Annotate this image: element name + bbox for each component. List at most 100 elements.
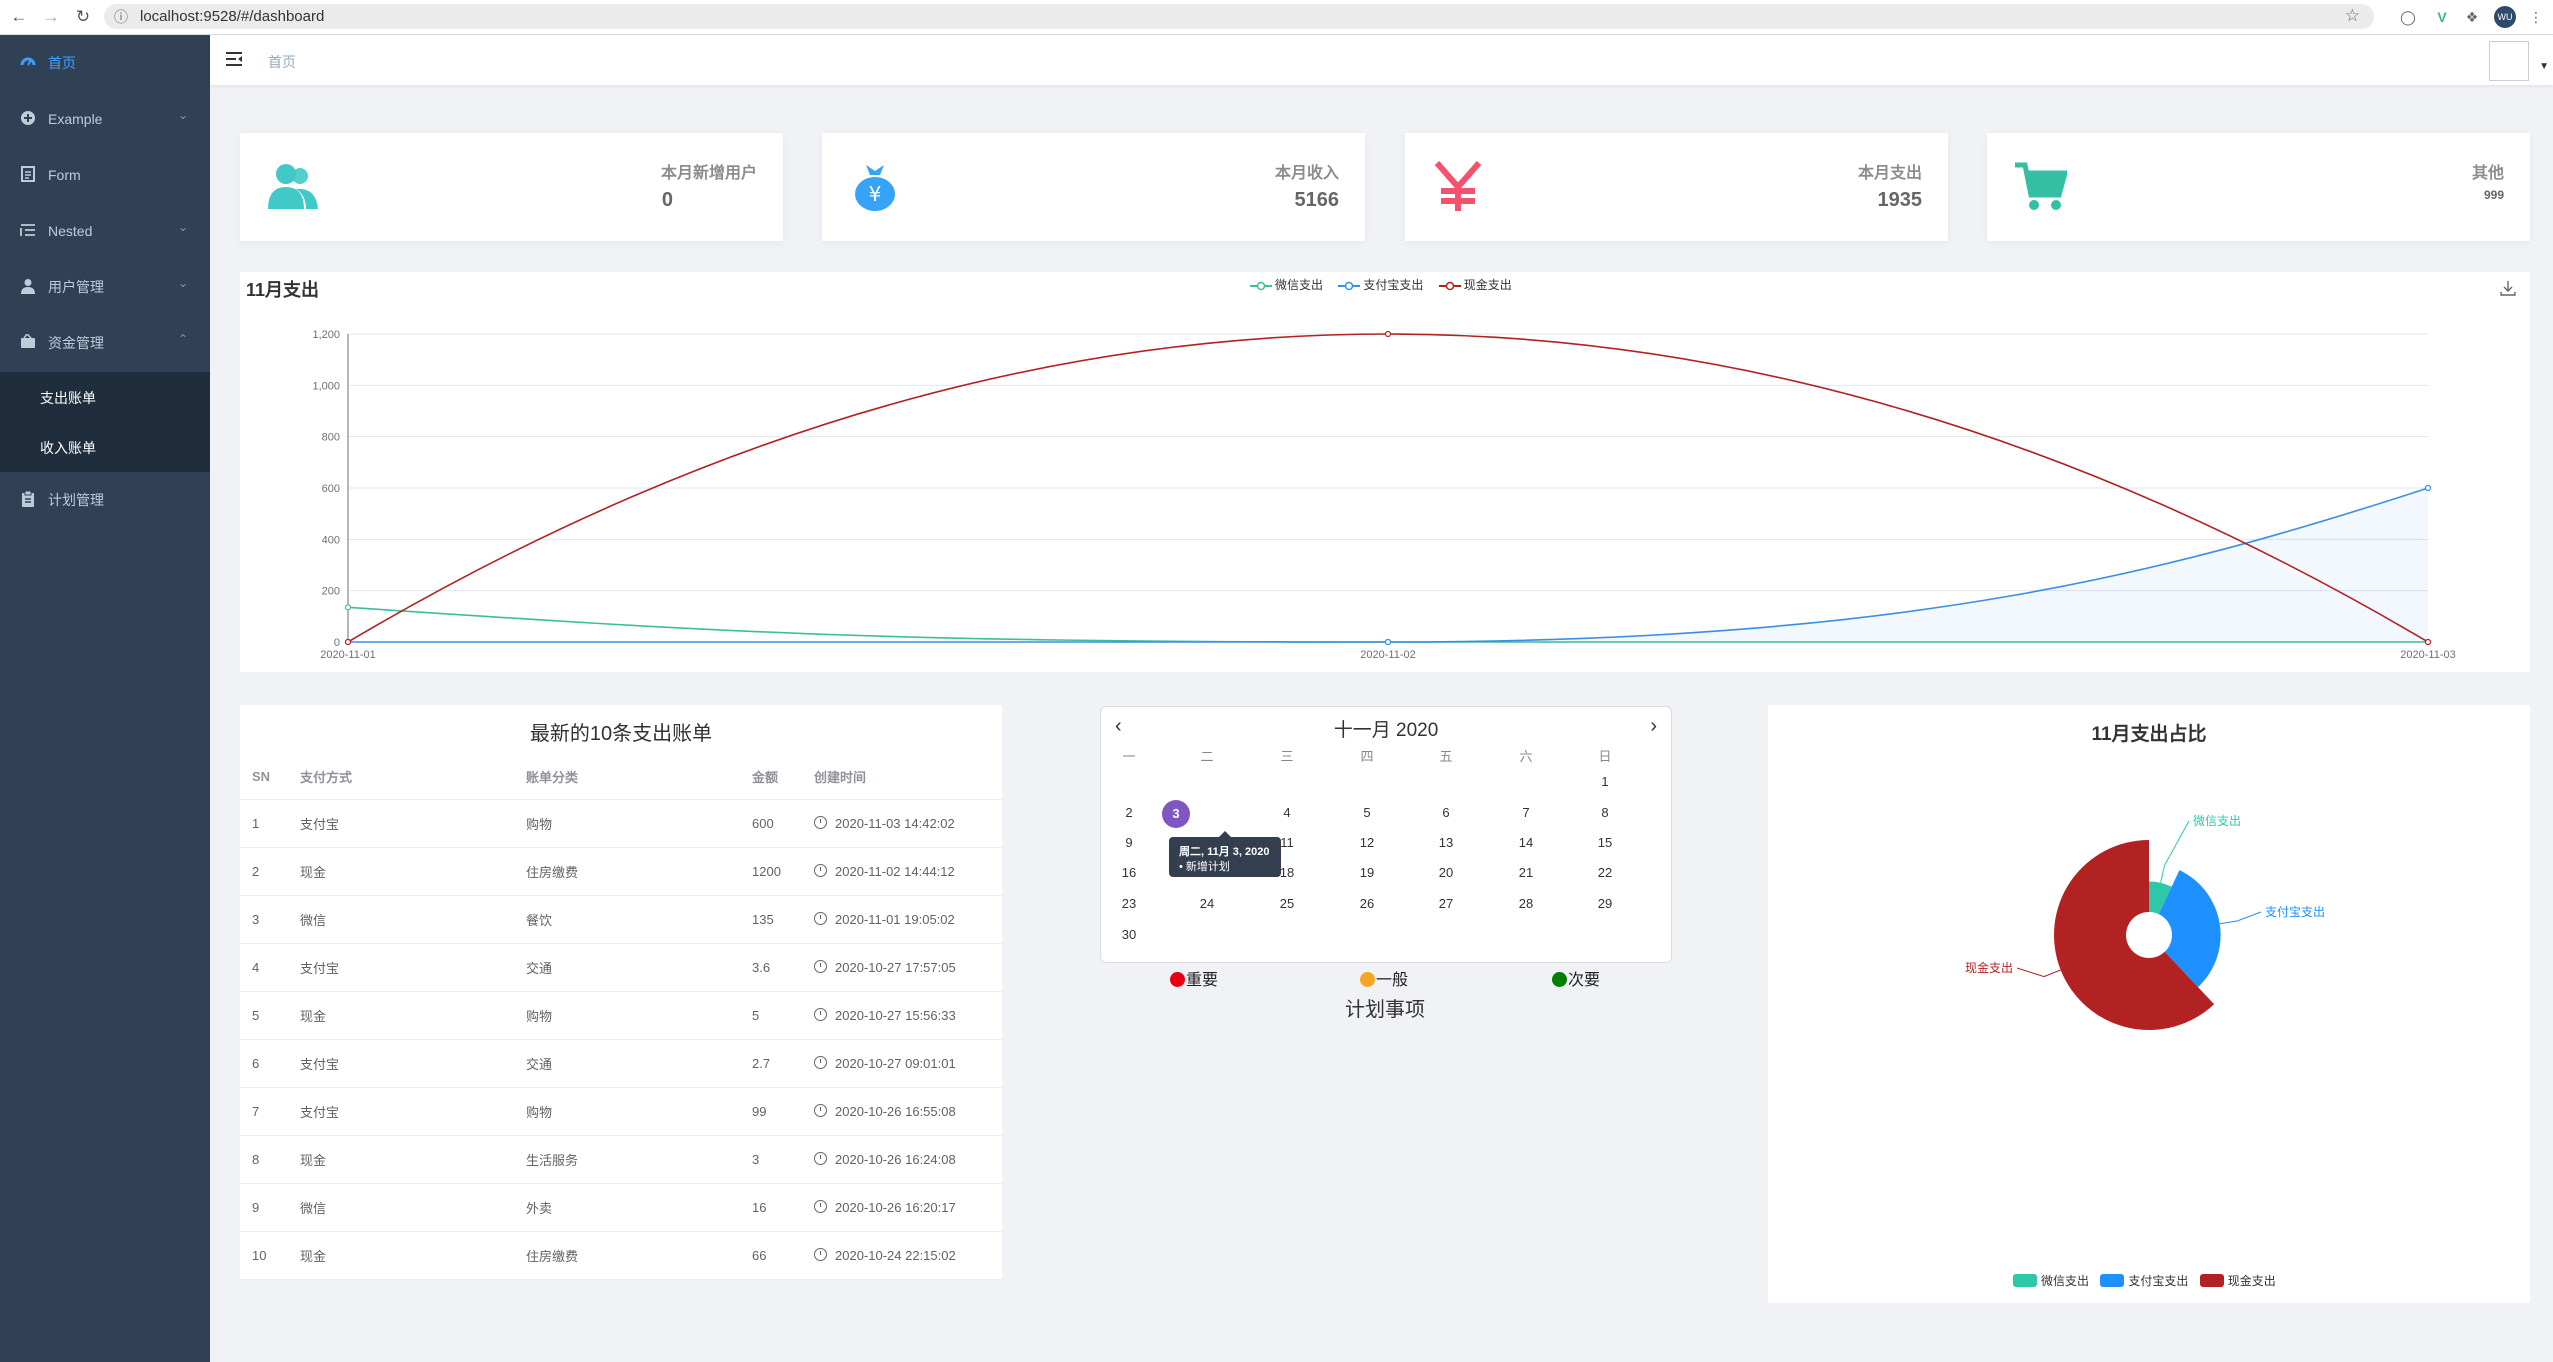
calendar-title: 十一月 2020 — [1333, 720, 1439, 741]
cell-text: 66 — [752, 1248, 767, 1263]
slice-label: 支付宝支出 — [2265, 905, 2325, 919]
legend-item[interactable]: 支付宝支出 — [2100, 1272, 2188, 1289]
clock-icon — [814, 1104, 827, 1117]
calendar-day[interactable]: 25 — [1272, 896, 1302, 911]
calendar-day[interactable]: 6 — [1431, 805, 1461, 820]
calendar-day[interactable]: 9 — [1114, 835, 1144, 850]
y-tick-label: 200 — [322, 586, 340, 598]
card-title: 本月支出 — [1857, 165, 1922, 182]
submenu-item-expense-bills[interactable]: 支出账单 — [0, 372, 210, 422]
hamburger-menu-icon[interactable] — [224, 49, 244, 69]
calendar-day[interactable]: 29 — [1590, 896, 1620, 911]
calendar-day[interactable]: 8 — [1590, 805, 1620, 820]
data-point[interactable] — [2424, 484, 2432, 492]
column-header: SN — [240, 753, 288, 800]
fund-submenu: 支出账单 收入账单 — [0, 372, 210, 472]
profile-avatar[interactable]: WU — [2494, 6, 2516, 28]
calendar-day[interactable]: 7 — [1511, 805, 1541, 820]
puzzle-extensions-icon[interactable]: ❖ — [2462, 7, 2482, 27]
navbar: 首页 ▼ — [210, 35, 2553, 85]
weekday-label: 三 — [1280, 749, 1294, 764]
column-header: 支付方式 — [288, 753, 514, 800]
chevron-right-icon[interactable]: › — [1650, 715, 1657, 738]
shield-extension-icon[interactable]: ◯ — [2398, 7, 2418, 27]
calendar-day[interactable]: 30 — [1114, 927, 1144, 942]
stat-card-expense[interactable]: 本月支出 1935 — [1405, 133, 1948, 241]
calendar-day[interactable]: 4 — [1272, 805, 1302, 820]
clock-icon — [814, 816, 827, 829]
calendar-day[interactable]: 22 — [1590, 865, 1620, 880]
table-cell: 支付宝 — [288, 799, 514, 848]
sidebar-item-label: Form — [48, 167, 81, 183]
calendar-day[interactable]: 21 — [1511, 865, 1541, 880]
forward-arrow-icon[interactable]: → — [40, 6, 62, 28]
cell-text: 微信 — [300, 913, 327, 928]
data-point[interactable] — [2424, 638, 2432, 646]
submenu-item-income-bills[interactable]: 收入账单 — [0, 422, 210, 472]
vue-devtools-icon[interactable]: V — [2432, 7, 2452, 27]
calendar-day[interactable]: 27 — [1431, 896, 1461, 911]
reload-icon[interactable]: ↻ — [72, 6, 94, 28]
calendar-day[interactable]: 13 — [1431, 835, 1461, 850]
url-text[interactable]: localhost:9528/#/dashboard — [140, 8, 324, 25]
back-arrow-icon[interactable]: ← — [8, 6, 30, 28]
calendar-day[interactable]: 14 — [1511, 835, 1541, 850]
cell-text: 5 — [752, 1008, 760, 1023]
y-tick-label: 600 — [322, 483, 340, 495]
calendar-day[interactable]: 5 — [1352, 805, 1382, 820]
table-row: 5 现金 购物 5 2020-10-27 15:56:33 — [240, 991, 1002, 1040]
calendar-day[interactable]: 20 — [1431, 865, 1461, 880]
data-point[interactable] — [1384, 330, 1392, 338]
calendar-day[interactable]: 16 — [1114, 865, 1144, 880]
bookmark-star-icon[interactable]: ☆ — [2345, 6, 2360, 26]
data-point[interactable] — [344, 604, 352, 611]
clock-icon — [814, 864, 827, 877]
sidebar-item-nested[interactable]: Nested ⌄ — [0, 203, 210, 259]
calendar-day[interactable]: 24 — [1192, 896, 1222, 911]
x-tick-label: 2020-11-01 — [320, 649, 375, 661]
sidebar-item-home[interactable]: 首页 — [0, 35, 210, 91]
calendar-day-selected[interactable]: 3 — [1162, 800, 1190, 828]
table-cell: 16 — [740, 1183, 802, 1232]
sidebar-item-fund-management[interactable]: 资金管理 ⌃ — [0, 315, 210, 371]
legend-item[interactable]: 微信支出 — [2013, 1272, 2089, 1289]
table-cell: 住房缴费 — [514, 847, 740, 896]
browser-menu-icon[interactable]: ⋮ — [2526, 7, 2546, 27]
calendar-day[interactable]: 26 — [1352, 896, 1382, 911]
sidebar-item-form[interactable]: Form — [0, 147, 210, 203]
calendar-day[interactable]: 12 — [1352, 835, 1382, 850]
data-point[interactable] — [1384, 638, 1392, 646]
sidebar-item-plan-management[interactable]: 计划管理 — [0, 472, 210, 528]
site-info-icon[interactable]: ⓘ — [114, 7, 128, 27]
cell-text: 600 — [752, 816, 774, 831]
calendar-day[interactable]: 15 — [1590, 835, 1620, 850]
clock-icon — [814, 960, 827, 973]
stat-card-new-users[interactable]: 本月新增用户 0 — [240, 133, 783, 241]
column-header: 账单分类 — [514, 753, 740, 800]
address-bar[interactable]: ⓘ localhost:9528/#/dashboard ☆ — [104, 4, 2374, 29]
clock-icon — [814, 1008, 827, 1021]
sidebar-item-user-management[interactable]: 用户管理 ⌄ — [0, 259, 210, 315]
sidebar-item-example[interactable]: Example ⌄ — [0, 91, 210, 147]
legend-label: 微信支出 — [2041, 1274, 2090, 1288]
calendar-day[interactable]: 1 — [1590, 774, 1620, 789]
green-dot-icon — [1552, 972, 1567, 987]
chevron-down-icon: ⌄ — [177, 276, 188, 290]
user-avatar[interactable] — [2489, 41, 2529, 81]
cell-text: 3.6 — [752, 960, 771, 975]
table-cell: 2020-11-01 19:05:02 — [802, 895, 1002, 944]
caret-down-icon[interactable]: ▼ — [2539, 61, 2549, 72]
data-point[interactable] — [344, 638, 352, 646]
calendar-day[interactable]: 2 — [1114, 805, 1144, 820]
orange-dot-icon — [1360, 972, 1375, 987]
stat-card-other[interactable]: 其他 999 — [1987, 133, 2530, 241]
cell-text: 1 — [252, 816, 260, 831]
calendar-day[interactable]: 23 — [1114, 896, 1144, 911]
legend-item[interactable]: 现金支出 — [2199, 1272, 2276, 1289]
calendar-day[interactable]: 28 — [1511, 896, 1541, 911]
calendar-day[interactable]: 19 — [1352, 865, 1382, 880]
cell-text: 支付宝 — [300, 1057, 340, 1072]
breadcrumb[interactable]: 首页 — [268, 52, 296, 72]
cell-text: 2020-11-01 19:05:02 — [835, 912, 955, 927]
stat-card-income[interactable]: ¥ 本月收入 5166 — [822, 133, 1365, 241]
